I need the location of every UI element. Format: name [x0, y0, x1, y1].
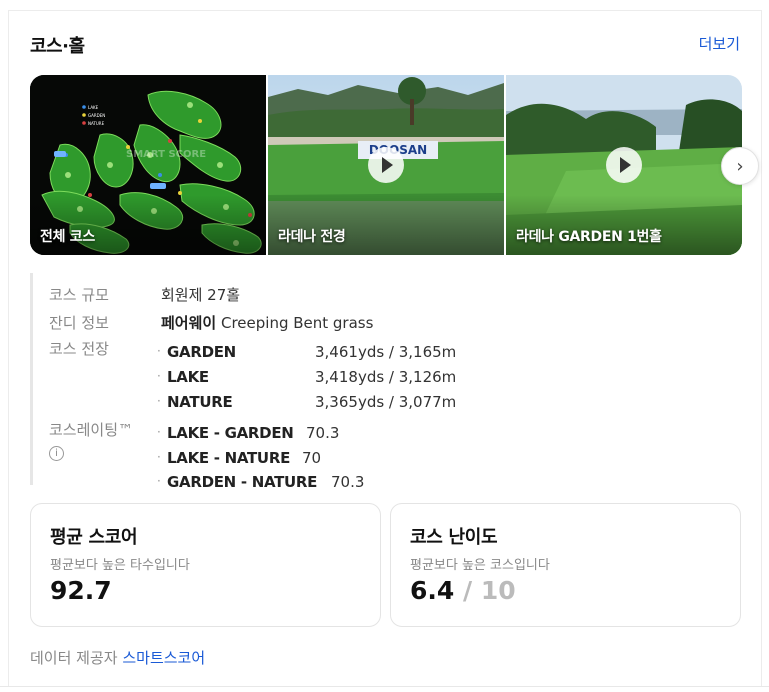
grass-type-bold: 페어웨이	[161, 314, 217, 332]
data-provider-label: 데이터 제공자	[30, 649, 118, 667]
map-legend-garden: GARDEN	[88, 113, 105, 118]
info-label-rating: 코스레이팅™	[49, 421, 134, 439]
length-name: GARDEN	[167, 343, 236, 361]
media-carousel: LAKE GARDEN NATURE SMART SCORE 전체 코스 DOO…	[30, 75, 742, 255]
bottom-divider	[0, 686, 769, 687]
data-provider: 데이터 제공자 스마트스코어	[30, 647, 205, 668]
map-legend-lake: LAKE	[88, 105, 99, 110]
avg-score-value: 92.7	[50, 576, 112, 605]
course-hole-card: 코스·홀 더보기 LAKE GARDEN NATURE SMART SCORE …	[8, 10, 762, 686]
difficulty-value-wrap: 6.4 / 10	[410, 576, 516, 605]
avg-score-card: 평균 스코어 평균보다 높은 타수입니다 92.7	[30, 503, 381, 627]
media-tile-overview[interactable]: DOOSAN 라데나 전경	[268, 75, 504, 255]
course-info: 코스 규모 회원제 27홀 잔디 정보 페어웨이 Creeping Bent g…	[30, 273, 730, 491]
info-label-grass: 잔디 정보	[49, 314, 109, 332]
tile-shade	[268, 195, 504, 255]
media-tile-full-course[interactable]: LAKE GARDEN NATURE SMART SCORE 전체 코스	[30, 75, 266, 255]
tile-shade	[506, 195, 742, 255]
length-name: NATURE	[167, 393, 233, 411]
info-icon[interactable]: i	[49, 446, 64, 461]
tile-label-garden-hole-1: 라데나 GARDEN 1번홀	[516, 229, 662, 245]
data-provider-link[interactable]: 스마트스코어	[122, 649, 205, 667]
info-value-size: 회원제 27홀	[161, 286, 241, 304]
length-value: 3,461yds / 3,165m	[315, 343, 457, 361]
rating-name: LAKE - NATURE	[167, 449, 291, 467]
more-link[interactable]: 더보기	[699, 33, 740, 54]
info-label-length: 코스 전장	[49, 340, 109, 358]
rating-value: 70.3	[306, 424, 340, 442]
length-value: 3,418yds / 3,126m	[315, 368, 457, 386]
play-icon[interactable]	[368, 147, 404, 183]
difficulty-max: / 10	[463, 576, 516, 605]
section-title: 코스·홀	[30, 36, 85, 57]
play-icon[interactable]	[606, 147, 642, 183]
avg-score-title: 평균 스코어	[50, 527, 138, 548]
tile-shade	[30, 195, 266, 255]
rating-info-row: i	[49, 442, 64, 461]
info-label-size: 코스 규모	[49, 286, 109, 304]
difficulty-card: 코스 난이도 평균보다 높은 코스입니다 6.4 / 10	[390, 503, 741, 627]
rating-value: 70.3	[331, 473, 365, 491]
grass-type: Creeping Bent grass	[220, 314, 374, 332]
chevron-right-icon: ›	[736, 155, 744, 177]
length-value: 3,365yds / 3,077m	[315, 393, 457, 411]
difficulty-title: 코스 난이도	[410, 527, 498, 548]
rating-value: 70	[302, 449, 322, 467]
rating-name: LAKE - GARDEN	[167, 424, 294, 442]
map-legend-nature: NATURE	[88, 121, 105, 126]
tile-label-full-course: 전체 코스	[40, 229, 95, 245]
difficulty-sub: 평균보다 높은 코스입니다	[410, 558, 550, 573]
rating-name: GARDEN - NATURE	[167, 473, 318, 491]
info-value-grass: 페어웨이 Creeping Bent grass	[161, 312, 373, 333]
carousel-next-button[interactable]: ›	[721, 147, 759, 185]
media-tile-garden-hole-1[interactable]: 라데나 GARDEN 1번홀	[506, 75, 742, 255]
tile-label-overview: 라데나 전경	[278, 229, 346, 245]
map-watermark: SMART SCORE	[126, 149, 206, 160]
length-name: LAKE	[167, 368, 209, 386]
difficulty-value: 6.4	[410, 576, 455, 605]
avg-score-sub: 평균보다 높은 타수입니다	[50, 558, 190, 573]
